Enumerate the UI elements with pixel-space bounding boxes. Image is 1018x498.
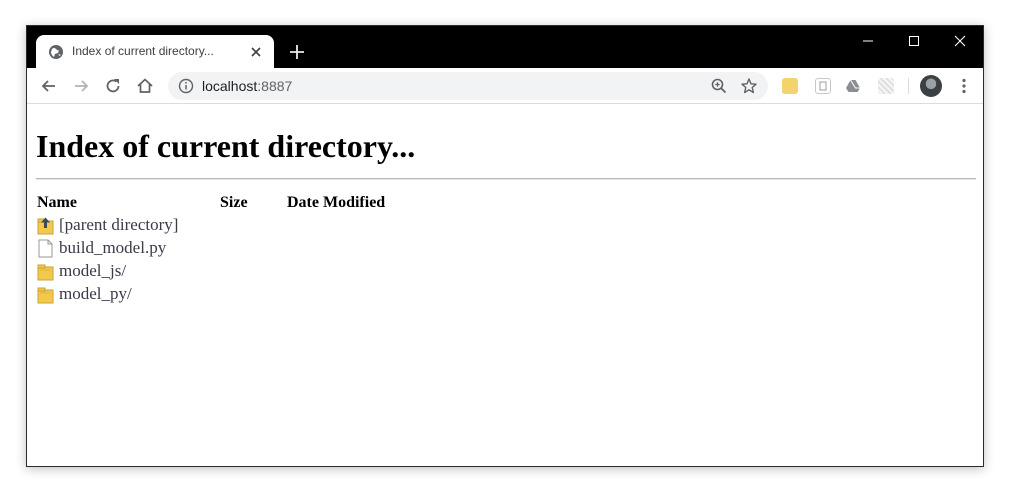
forward-arrow-icon[interactable] (71, 76, 91, 96)
new-tab-button[interactable] (285, 40, 309, 64)
menu-dots-icon[interactable] (955, 77, 973, 95)
avatar[interactable] (920, 75, 942, 97)
entry-link[interactable]: model_js/ (59, 261, 126, 281)
list-item[interactable]: model_py/ (37, 284, 132, 304)
column-header-name[interactable]: Name (37, 194, 77, 212)
globe-icon (48, 44, 64, 60)
url-port: :8887 (257, 78, 293, 94)
extension-yellow-icon[interactable] (782, 78, 798, 94)
browser-tab[interactable]: Index of current directory... (36, 35, 274, 68)
minimize-icon (863, 40, 873, 42)
parent-folder-icon (37, 216, 54, 235)
back-arrow-icon[interactable] (39, 76, 59, 96)
browser-toolbar: localhost:8887 (27, 68, 983, 104)
list-item[interactable]: build_model.py (37, 238, 166, 258)
url-text[interactable]: localhost:8887 (202, 78, 292, 94)
page-title: Index of current directory... (36, 128, 416, 164)
star-icon[interactable] (740, 77, 758, 95)
zoom-icon[interactable] (710, 77, 728, 95)
entry-link[interactable]: build_model.py (59, 238, 166, 258)
maximize-icon (909, 36, 919, 46)
extension-clip-icon[interactable] (815, 78, 831, 94)
folder-icon (37, 285, 54, 304)
toolbar-divider (908, 78, 909, 94)
horizontal-rule (36, 178, 976, 180)
list-item[interactable]: model_js/ (37, 261, 126, 281)
url-host: localhost (202, 78, 258, 94)
list-item[interactable]: [parent directory] (37, 215, 178, 235)
info-icon[interactable] (178, 78, 194, 94)
extension-pattern-icon[interactable] (878, 78, 894, 94)
extension-drive-icon[interactable] (845, 78, 861, 94)
file-icon (37, 239, 54, 258)
home-icon[interactable] (135, 76, 155, 96)
page-content: Index of current directory... Name Size … (27, 104, 983, 466)
column-header-size[interactable]: Size (220, 194, 248, 212)
folder-icon (37, 262, 54, 281)
title-bar: Index of current directory... (27, 26, 983, 68)
browser-window: Index of current directory... localhost:… (26, 25, 984, 467)
close-icon (954, 35, 966, 47)
entry-link[interactable]: [parent directory] (59, 215, 178, 235)
maximize-button[interactable] (891, 26, 937, 56)
column-header-date-modified[interactable]: Date Modified (287, 194, 385, 212)
tab-close-icon[interactable] (248, 44, 264, 60)
reload-icon[interactable] (103, 76, 123, 96)
minimize-button[interactable] (845, 26, 891, 56)
plus-icon (290, 45, 304, 59)
entry-link[interactable]: model_py/ (59, 284, 132, 304)
tab-title: Index of current directory... (72, 44, 214, 58)
close-window-button[interactable] (937, 26, 983, 56)
address-bar[interactable]: localhost:8887 (168, 72, 768, 100)
